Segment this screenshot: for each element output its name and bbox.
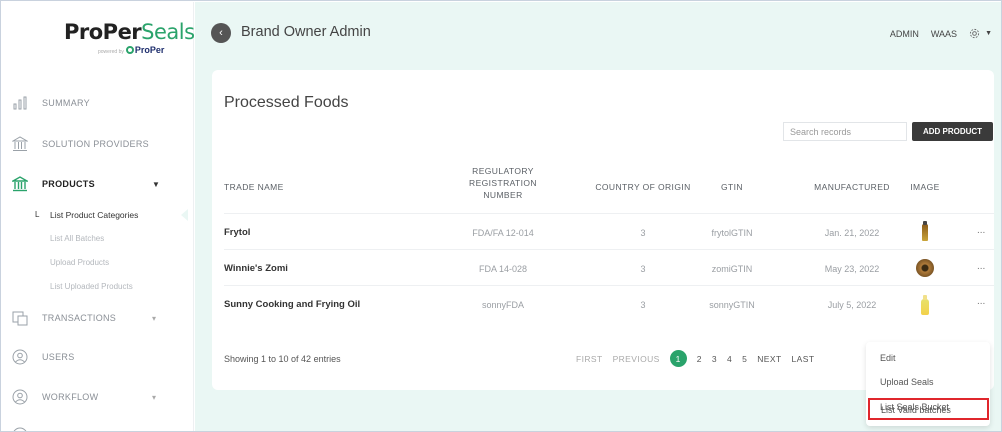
sidebar-subitem-list-all-batches[interactable]: List All Batches <box>50 234 104 243</box>
header-line: NUMBER <box>483 190 523 200</box>
sidebar-subitem-list-uploaded-products[interactable]: List Uploaded Products <box>50 282 133 291</box>
gear-icon <box>969 28 980 39</box>
page-5-button[interactable]: 5 <box>742 354 747 364</box>
cell-reg-number: sonnyFDA <box>481 300 525 310</box>
row-divider <box>224 285 994 286</box>
sidebar: ProPerSeals powered by ProPer SUMMARY SO… <box>2 2 195 431</box>
card-title: Processed Foods <box>224 94 349 111</box>
column-header-image: IMAGE <box>910 182 940 192</box>
top-right-menu: ADMIN WAAS ▼ <box>890 28 992 39</box>
sidebar-item-label: SOLUTION PROVIDERS <box>42 139 149 149</box>
cell-trade-name: Sunny Cooking and Frying Oil <box>224 299 361 310</box>
cell-manufactured: May 23, 2022 <box>824 264 880 274</box>
waas-menu[interactable]: WAAS <box>931 29 957 39</box>
page-2-button[interactable]: 2 <box>697 354 702 364</box>
previous-page-button[interactable]: PREVIOUS <box>613 354 660 364</box>
sidebar-item-label: PRODUCTS <box>42 179 95 189</box>
chevron-down-icon: ▼ <box>985 30 992 37</box>
powered-by-text: powered by <box>98 49 124 55</box>
app-logo[interactable]: ProPerSeals <box>64 20 195 44</box>
sidebar-item-summary[interactable]: SUMMARY <box>2 92 192 114</box>
row-divider <box>224 249 994 250</box>
add-product-button[interactable]: ADD PRODUCT <box>912 122 993 141</box>
cell-reg-number: FDA/FA 12-014 <box>472 228 534 238</box>
user-circle-icon <box>12 389 28 405</box>
column-header-registration-number: REGULATORY REGISTRATION NUMBER <box>448 165 558 201</box>
bar-chart-icon <box>12 95 28 111</box>
admin-menu[interactable]: ADMIN <box>890 29 919 39</box>
institution-icon <box>12 136 28 152</box>
cell-trade-name: Frytol <box>224 227 251 238</box>
logo-text-proper: ProPer <box>64 20 142 44</box>
sidebar-item-workflow[interactable]: WORKFLOW ▾ <box>2 386 192 408</box>
sidebar-item-products[interactable]: PRODUCTS ▼ <box>2 173 192 195</box>
sidebar-subitem-list-product-categories[interactable]: List Product Categories <box>50 210 138 220</box>
settings-menu[interactable]: ▼ <box>969 28 992 39</box>
row-divider <box>224 213 994 214</box>
transactions-icon <box>12 310 28 326</box>
row-actions-button[interactable]: ... <box>977 225 985 236</box>
menu-item-list-valid-batches[interactable]: List Valid batches <box>881 405 951 415</box>
user-circle-icon <box>12 427 28 431</box>
user-circle-icon <box>12 349 28 365</box>
cell-reg-number: FDA 14-028 <box>478 264 528 274</box>
cell-trade-name: Winnie's Zomi <box>224 263 288 274</box>
logo-powered-by: powered by ProPer <box>98 45 164 55</box>
cell-gtin: zomiGTIN <box>711 264 753 274</box>
sidebar-item-users[interactable]: USERS <box>2 346 192 368</box>
powered-brand: ProPer <box>134 45 165 55</box>
row-actions-button[interactable]: ... <box>977 296 985 307</box>
institution-icon <box>12 176 28 192</box>
header-line: REGISTRATION <box>469 178 537 188</box>
cell-gtin: sonnyGTIN <box>709 300 755 310</box>
cell-gtin: frytolGTIN <box>711 228 753 238</box>
sidebar-item-label: USERS <box>42 352 75 362</box>
page-4-button[interactable]: 4 <box>727 354 732 364</box>
next-page-button[interactable]: NEXT <box>757 354 781 364</box>
active-pointer <box>181 209 188 221</box>
search-input[interactable] <box>783 122 907 141</box>
column-header-country-of-origin: COUNTRY OF ORIGIN <box>595 182 691 192</box>
top-bar: ‹ Brand Owner Admin ADMIN WAAS ▼ <box>195 2 1001 54</box>
entries-summary: Showing 1 to 10 of 42 entries <box>224 354 341 364</box>
page-title: Brand Owner Admin <box>241 24 371 40</box>
product-image-bottle[interactable] <box>922 221 928 241</box>
logo-text-seals: Seals <box>141 20 195 44</box>
page-1-button[interactable]: 1 <box>669 350 687 367</box>
cell-manufactured: July 5, 2022 <box>827 300 877 310</box>
menu-item-upload-seals[interactable]: Upload Seals <box>880 377 934 387</box>
current-subitem-marker: L <box>35 210 40 219</box>
back-button[interactable]: ‹ <box>211 23 231 43</box>
sidebar-item-label: TRANSACTIONS <box>42 313 117 323</box>
last-page-button[interactable]: LAST <box>792 354 815 364</box>
proper-ring-icon <box>125 46 134 54</box>
pagination: FIRST PREVIOUS 1 2 3 4 5 NEXT LAST <box>576 350 814 367</box>
column-header-manufactured: MANUFACTURED <box>814 182 890 192</box>
sidebar-item-label: WORKFLOW <box>42 392 99 402</box>
first-page-button[interactable]: FIRST <box>576 354 603 364</box>
page-3-button[interactable]: 3 <box>712 354 717 364</box>
app-window: ProPerSeals powered by ProPer SUMMARY SO… <box>0 0 1002 432</box>
chevron-left-icon: ‹ <box>219 27 223 39</box>
sidebar-item-transactions[interactable]: TRANSACTIONS ▾ <box>2 307 192 329</box>
chevron-down-icon: ▾ <box>152 392 157 402</box>
sidebar-item-label: SUMMARY <box>42 98 90 108</box>
row-actions-button[interactable]: ... <box>977 261 985 272</box>
sidebar-item-solution-providers[interactable]: SOLUTION PROVIDERS <box>2 133 192 155</box>
product-image-bottle[interactable] <box>921 295 929 315</box>
sidebar-subitem-upload-products[interactable]: Upload Products <box>50 258 109 267</box>
header-line: REGULATORY <box>472 166 534 176</box>
column-header-gtin: GTIN <box>721 182 743 192</box>
cell-manufactured: Jan. 21, 2022 <box>824 228 880 238</box>
chevron-down-icon: ▼ <box>152 179 160 189</box>
column-header-trade-name: TRADE NAME <box>224 182 284 192</box>
chevron-down-icon: ▾ <box>152 313 157 323</box>
product-image-tin[interactable] <box>916 259 934 277</box>
menu-item-edit[interactable]: Edit <box>880 353 896 363</box>
sidebar-item-partial <box>2 424 192 431</box>
